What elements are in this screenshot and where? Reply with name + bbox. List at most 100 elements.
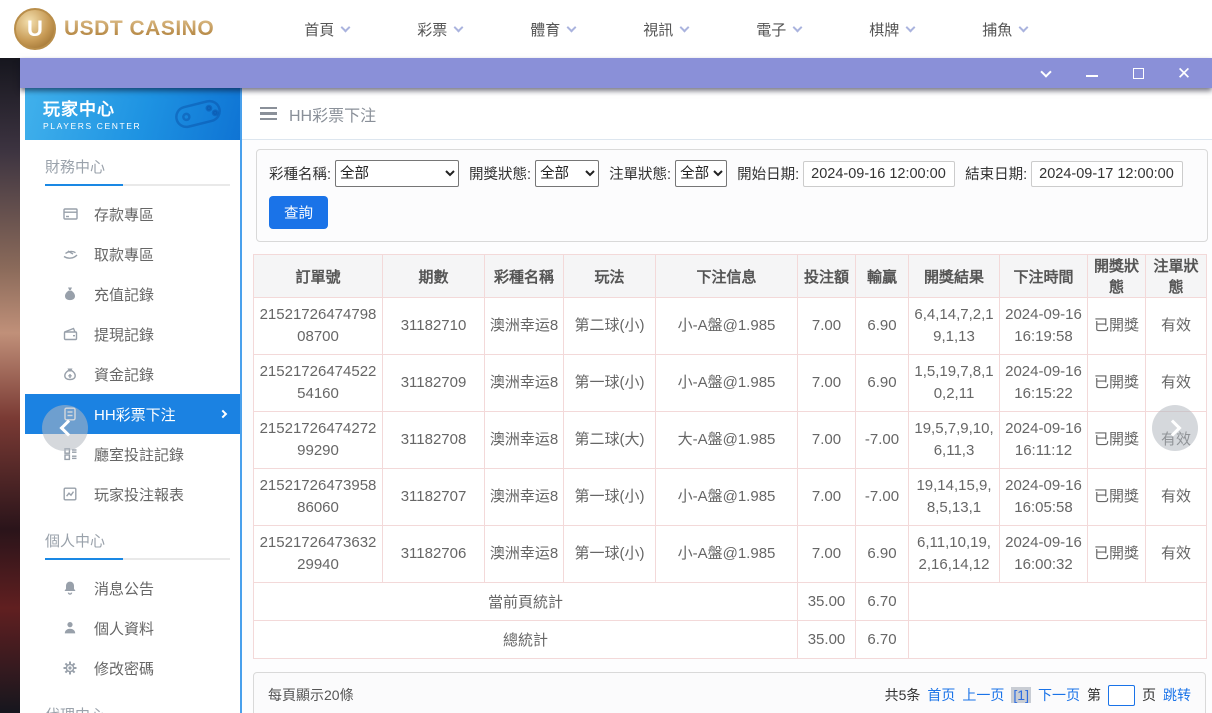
brand-name: USDT CASINO — [64, 17, 214, 41]
sidebar-item-deposit[interactable]: 存款專區 — [25, 194, 240, 234]
prev-page-link[interactable]: 上一页 — [962, 685, 1004, 705]
bet-amount-cell: 7.00 — [798, 469, 856, 526]
brand-logo-link[interactable]: U USDT CASINO — [14, 8, 214, 50]
bet-time-cell: 2024-09-16 16:00:32 — [1000, 526, 1088, 583]
order-status-cell: 有效 — [1146, 355, 1207, 412]
nav-item-sports[interactable]: 體育 — [496, 19, 609, 40]
draw-result-cell: 6,11,10,19,2,16,14,12 — [909, 526, 1000, 583]
hamburger-menu-icon[interactable] — [260, 107, 277, 121]
column-header-bet-info: 下注信息 — [656, 255, 798, 298]
column-header-win-loss: 輸贏 — [856, 255, 909, 298]
sidebar-header: 玩家中心 PLAYERS CENTER — [25, 88, 240, 140]
lottery-name-select[interactable]: 全部 — [335, 160, 459, 187]
next-page-link[interactable]: 下一页 — [1038, 685, 1080, 705]
player-report-icon — [61, 486, 79, 502]
period-cell: 31182707 — [383, 469, 485, 526]
deposit-card-icon — [61, 206, 79, 222]
draw-status-cell: 已開獎 — [1088, 412, 1146, 469]
column-header-order-id: 訂單號 — [254, 255, 383, 298]
summary-row-current-page: 當前頁統計 35.00 6.70 — [254, 583, 1207, 621]
chevron-down-icon — [906, 22, 916, 32]
draw-status-select[interactable]: 全部 — [535, 160, 599, 187]
column-header-period: 期數 — [383, 255, 485, 298]
table-row: 215217264745225416031182709澳洲幸运8第一球(小)小-… — [254, 355, 1207, 412]
total-count-text: 共5条 — [885, 685, 921, 705]
sidebar-item-funds-records[interactable]: 資金記錄 — [25, 354, 240, 394]
sidebar-item-withdraw[interactable]: 取款專區 — [25, 234, 240, 274]
window-collapse-icon[interactable] — [1038, 65, 1054, 81]
nav-item-slots[interactable]: 電子 — [722, 19, 835, 40]
sidebar-item-player-bet-report[interactable]: 玩家投注報表 — [25, 474, 240, 514]
draw-status-cell: 已開獎 — [1088, 298, 1146, 355]
bet-time-cell: 2024-09-16 16:19:58 — [1000, 298, 1088, 355]
end-date-input[interactable] — [1031, 161, 1183, 187]
expand-panel-arrow-button[interactable] — [1152, 405, 1198, 451]
period-cell: 31182708 — [383, 412, 485, 469]
background-photo-strip — [0, 58, 20, 713]
window-close-icon[interactable]: ✕ — [1176, 65, 1192, 81]
summary-bet-amount: 35.00 — [798, 621, 856, 659]
draw-status-label: 開獎狀態: — [469, 163, 531, 184]
lottery-name-cell: 澳洲幸运8 — [485, 298, 564, 355]
section-underline — [45, 184, 230, 186]
column-header-draw-result: 開獎結果 — [909, 255, 1000, 298]
period-cell: 31182709 — [383, 355, 485, 412]
order-status-select[interactable]: 全部 — [675, 160, 727, 187]
sidebar-item-recharge-records[interactable]: 充值記錄 — [25, 274, 240, 314]
summary-label: 總統計 — [254, 621, 798, 659]
chevron-down-icon — [680, 22, 690, 32]
casino-logo-icon: U — [14, 8, 56, 50]
window-titlebar: ✕ — [20, 58, 1212, 88]
first-page-link[interactable]: 首页 — [927, 685, 955, 705]
column-header-play-type: 玩法 — [564, 255, 656, 298]
chevron-right-icon — [1164, 420, 1181, 437]
column-header-order-status: 注單狀態 — [1146, 255, 1207, 298]
nav-item-home[interactable]: 首頁 — [270, 19, 383, 40]
end-date-label: 結束日期: — [965, 163, 1027, 184]
order-id-cell: 2152172647427299290 — [254, 412, 383, 469]
nav-item-live-video[interactable]: 視訊 — [609, 19, 722, 40]
nav-item-fishing[interactable]: 捕魚 — [948, 19, 1061, 40]
collapse-sidebar-arrow-button[interactable] — [42, 405, 88, 451]
order-id-cell: 2152172647363229940 — [254, 526, 383, 583]
draw-status-cell: 已開獎 — [1088, 355, 1146, 412]
jump-label-post: 页 — [1142, 685, 1156, 705]
bets-table-summary: 當前頁統計 35.00 6.70 總統計 35.00 6.70 — [254, 583, 1207, 659]
sidebar-item-profile[interactable]: 個人資料 — [25, 608, 240, 648]
sidebar-item-withdrawal-records[interactable]: 提現記錄 — [25, 314, 240, 354]
bets-table-body: 215217264747980870031182710澳洲幸运8第二球(小)小-… — [254, 298, 1207, 583]
window-minimize-icon[interactable] — [1084, 65, 1100, 81]
window-maximize-icon[interactable] — [1130, 65, 1146, 81]
search-button[interactable]: 查詢 — [269, 196, 328, 229]
sidebar-section-personal: 個人中心 — [25, 514, 240, 558]
draw-result-cell: 19,14,15,9,8,5,13,1 — [909, 469, 1000, 526]
play-type-cell: 第一球(小) — [564, 526, 656, 583]
sidebar-item-change-password[interactable]: 修改密碼 — [25, 648, 240, 688]
order-id-cell: 2152172647479808700 — [254, 298, 383, 355]
column-header-lottery-name: 彩種名稱 — [485, 255, 564, 298]
nav-item-board-games[interactable]: 棋牌 — [835, 19, 948, 40]
summary-label: 當前頁統計 — [254, 583, 798, 621]
chevron-down-icon — [454, 22, 464, 32]
win-loss-cell: 6.90 — [856, 526, 909, 583]
start-date-input[interactable] — [803, 161, 955, 187]
nav-item-lottery[interactable]: 彩票 — [383, 19, 496, 40]
sidebar-item-announcements[interactable]: 消息公告 — [25, 568, 240, 608]
win-loss-cell: -7.00 — [856, 469, 909, 526]
withdraw-record-wallet-icon — [61, 326, 79, 342]
table-row: 215217264747980870031182710澳洲幸运8第二球(小)小-… — [254, 298, 1207, 355]
chevron-down-icon — [567, 22, 577, 32]
bell-icon — [61, 580, 79, 596]
bet-time-cell: 2024-09-16 16:15:22 — [1000, 355, 1088, 412]
withdraw-hand-icon — [61, 246, 79, 262]
current-page-indicator[interactable]: [1] — [1011, 687, 1031, 703]
page-jump-input[interactable] — [1108, 685, 1135, 706]
page-size-text: 每頁顯示20條 — [268, 685, 354, 705]
pagination-bar: 每頁顯示20條 共5条 首页 上一页 [1] 下一页 第 页 跳转 — [253, 672, 1206, 713]
bet-amount-cell: 7.00 — [798, 355, 856, 412]
draw-status-cell: 已開獎 — [1088, 526, 1146, 583]
section-underline — [45, 558, 230, 560]
play-type-cell: 第一球(小) — [564, 355, 656, 412]
jump-go-link[interactable]: 跳转 — [1163, 685, 1191, 705]
player-center-window: ✕ 玩家中心 PLAYERS CENTER — [20, 58, 1212, 713]
